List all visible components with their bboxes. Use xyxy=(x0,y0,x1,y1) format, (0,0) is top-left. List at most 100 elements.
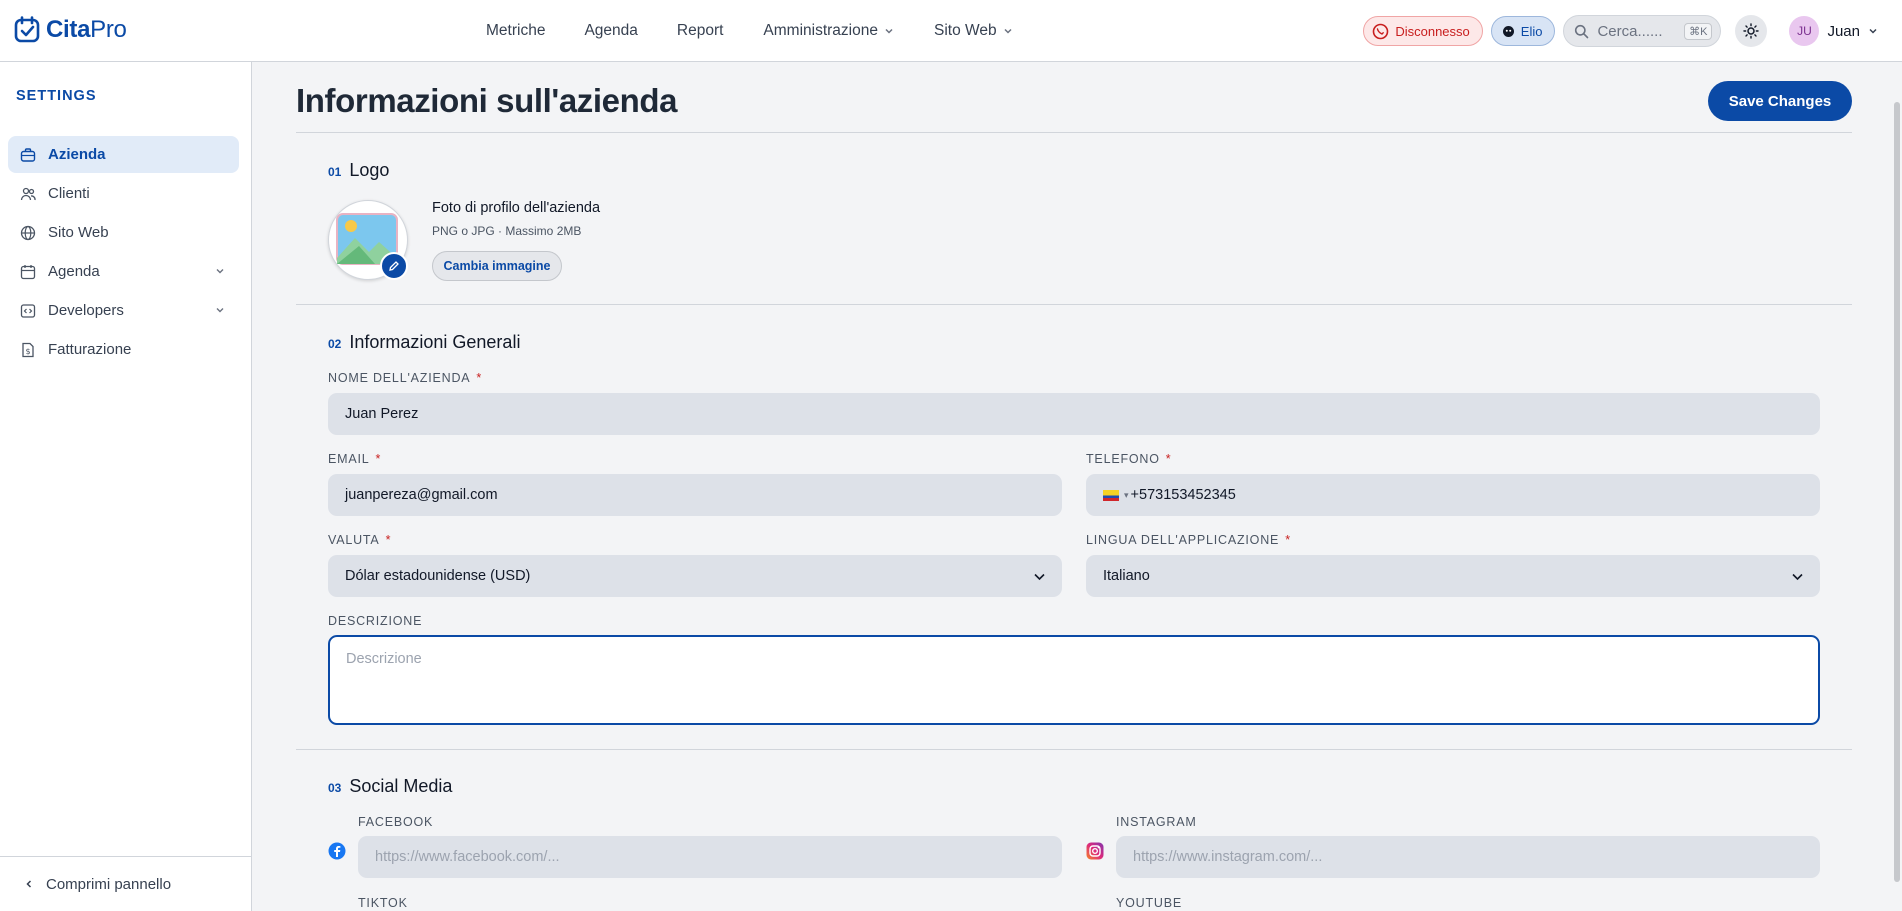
top-navbar: CitaPro Metriche Agenda Report Amministr… xyxy=(0,0,1902,62)
collapse-panel-button[interactable]: Comprimi pannello xyxy=(0,856,251,911)
section-number: 01 xyxy=(328,165,342,179)
youtube-label: YOUTUBE xyxy=(1116,896,1183,910)
section-number: 03 xyxy=(328,781,342,795)
calendar-icon xyxy=(20,264,36,279)
logo-photo-title: Foto di profilo dell'azienda xyxy=(432,200,601,216)
sidebar-item-clienti[interactable]: Clienti xyxy=(8,175,239,212)
tiktok-label: TIKTOK xyxy=(358,896,408,910)
currency-select[interactable]: Dólar estadounidense (USD) xyxy=(328,555,1062,597)
facebook-icon xyxy=(328,842,346,860)
currency-label: VALUTA * xyxy=(328,533,392,547)
section-header-social: 03 Social Media xyxy=(328,776,452,797)
citapro-logo[interactable]: CitaPro xyxy=(14,16,127,44)
language-select[interactable]: Italiano xyxy=(1086,555,1820,597)
globe-icon xyxy=(20,225,36,240)
whatsapp-status-badge[interactable]: Disconnesso xyxy=(1363,16,1483,46)
sidebar-item-label: Sito Web xyxy=(48,224,109,241)
section-number: 02 xyxy=(328,337,342,351)
sidebar-item-sito-web[interactable]: Sito Web xyxy=(8,214,239,251)
settings-sidebar: SETTINGS Azienda Clienti Sito Web Agenda… xyxy=(0,62,252,911)
elio-label: Elio xyxy=(1520,23,1543,39)
page-title: Informazioni sull'azienda xyxy=(296,82,678,119)
search-shortcut-kbd: ⌘K xyxy=(1684,22,1713,40)
section-title: Logo xyxy=(349,160,390,180)
topbar-actions: Disconnesso Elio Cerca...... ⌘K JU Juan xyxy=(1363,15,1878,47)
phone-field[interactable]: ▾ +573153452345 xyxy=(1086,474,1820,516)
save-changes-button[interactable]: Save Changes xyxy=(1708,81,1852,121)
chevron-down-icon xyxy=(216,308,224,313)
sidebar-item-developers[interactable]: Developers xyxy=(8,292,239,329)
chevron-down-icon xyxy=(1792,573,1803,581)
main-content: Informazioni sull'azienda Save Changes 0… xyxy=(252,62,1902,911)
email-label: EMAIL * xyxy=(328,452,382,466)
divider xyxy=(296,304,1852,305)
theme-toggle-button[interactable] xyxy=(1735,15,1768,47)
nav-agenda[interactable]: Agenda xyxy=(584,22,637,40)
change-image-button[interactable]: Cambia immagine xyxy=(432,251,562,281)
nav-metriche[interactable]: Metriche xyxy=(486,22,545,40)
language-label: LINGUA DELL'APPLICAZIONE * xyxy=(1086,533,1291,547)
briefcase-icon xyxy=(20,147,36,162)
bot-icon xyxy=(1502,25,1514,37)
sidebar-item-label: Clienti xyxy=(48,185,90,202)
country-dropdown-icon: ▾ xyxy=(1124,489,1129,500)
sidebar-list: Azienda Clienti Sito Web Agenda Develope… xyxy=(8,136,239,370)
search-placeholder: Cerca...... xyxy=(1597,22,1663,40)
sidebar-item-azienda[interactable]: Azienda xyxy=(8,136,239,173)
sidebar-item-label: Developers xyxy=(48,302,124,319)
svg-text:$: $ xyxy=(25,347,30,356)
instagram-field[interactable]: https://www.instagram.com/... xyxy=(1116,836,1820,878)
description-textarea[interactable]: Descrizione xyxy=(328,635,1820,725)
logo-photo-hint: PNG o JPG · Massimo 2MB xyxy=(432,224,582,238)
collapse-panel-label: Comprimi pannello xyxy=(46,875,172,893)
sidebar-item-label: Agenda xyxy=(48,263,100,280)
sidebar-item-agenda[interactable]: Agenda xyxy=(8,253,239,290)
calendar-check-logo-icon xyxy=(14,16,40,43)
main-nav: Metriche Agenda Report Amministrazione S… xyxy=(486,0,1013,62)
chevron-left-icon xyxy=(26,880,32,888)
divider xyxy=(296,132,1852,133)
user-menu[interactable]: JU Juan xyxy=(1789,16,1878,46)
sidebar-item-label: Fatturazione xyxy=(48,341,132,358)
chevron-down-icon xyxy=(1004,28,1012,34)
company-name-field[interactable]: Juan Perez xyxy=(328,393,1820,435)
company-name-label: NOME DELL'AZIENDA * xyxy=(328,371,483,385)
avatar: JU xyxy=(1789,16,1820,46)
section-title: Informazioni Generali xyxy=(349,332,521,352)
invoice-icon: $ xyxy=(22,342,34,357)
elio-assistant-button[interactable]: Elio xyxy=(1490,16,1556,46)
chevron-down-icon xyxy=(216,269,224,274)
chevron-down-icon xyxy=(885,28,893,34)
sun-icon xyxy=(1743,23,1760,39)
phone-label: TELEFONO * xyxy=(1086,452,1172,466)
logo-text: CitaPro xyxy=(46,16,127,43)
chevron-down-icon xyxy=(1034,573,1045,581)
search-input[interactable]: Cerca...... ⌘K xyxy=(1563,15,1722,47)
code-icon xyxy=(20,303,36,318)
users-icon xyxy=(20,187,36,200)
edit-icon xyxy=(389,261,399,271)
instagram-icon xyxy=(1086,842,1104,860)
facebook-field[interactable]: https://www.facebook.com/... xyxy=(358,836,1062,878)
sidebar-title: SETTINGS xyxy=(16,88,97,104)
section-header-general: 02 Informazioni Generali xyxy=(328,332,520,353)
divider xyxy=(296,749,1852,750)
chevron-down-icon xyxy=(1869,28,1877,34)
edit-logo-button[interactable] xyxy=(380,252,408,280)
nav-report[interactable]: Report xyxy=(677,22,724,40)
colombia-flag-icon[interactable] xyxy=(1103,489,1119,501)
email-field[interactable]: juanpereza@gmail.com xyxy=(328,474,1062,516)
whatsapp-status-label: Disconnesso xyxy=(1395,23,1470,39)
nav-amministrazione[interactable]: Amministrazione xyxy=(763,22,894,40)
user-name: Juan xyxy=(1827,22,1860,40)
sidebar-item-fatturazione[interactable]: $ Fatturazione xyxy=(8,331,239,368)
whatsapp-icon xyxy=(1373,23,1389,39)
instagram-label: INSTAGRAM xyxy=(1116,815,1197,829)
section-header-logo: 01 Logo xyxy=(328,160,389,181)
search-icon xyxy=(1575,24,1589,38)
facebook-label: FACEBOOK xyxy=(358,815,434,829)
sidebar-item-label: Azienda xyxy=(48,146,106,163)
scrollbar[interactable] xyxy=(1894,102,1900,882)
section-title: Social Media xyxy=(349,776,453,796)
nav-sito-web[interactable]: Sito Web xyxy=(934,22,1013,40)
